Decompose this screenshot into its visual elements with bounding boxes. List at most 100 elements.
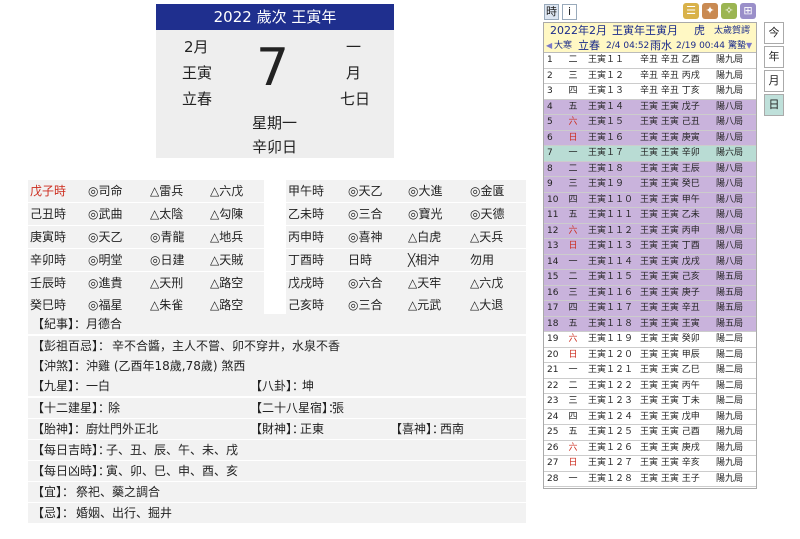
solar-term: 立春 [182,90,213,108]
ganzhi-cell: 王寅 王寅 癸卯 [640,334,700,344]
info-label: 【財神】： [250,422,305,436]
month-day-row[interactable]: 21 一王寅１２１ 王寅 王寅 乙巳 陽二局 [544,363,756,379]
info-label: 【十二建星】： [32,401,111,415]
info-row-yi: 【宜】： 祭祀、藥之調合 [28,482,526,502]
ju-cell: 陽九局 [716,427,744,437]
day-number-cell: 19 [547,334,559,344]
compass-icon[interactable]: ✧ [721,3,737,19]
ganzhi-cell: 王寅 王寅 庚戌 [640,442,700,453]
month-day-row[interactable]: 11 五王寅１１１ 王寅 王寅 乙未 陽八局 [544,208,756,224]
prev-term[interactable]: 大寒 [554,39,572,53]
month-ganzhi: 王寅 [182,64,213,82]
ganzhi-cell: 辛丑 辛丑 乙酉 [640,55,700,65]
weekday-cell: 三 [568,179,578,189]
ju-cell: 陽二局 [716,349,744,360]
hour-deity: ◎天德 [470,207,505,221]
info-row-taishen: 【胎神】： 廚灶門外正北 【財神】： 正東 【喜神】： 西南 [28,419,526,439]
hour-deity: ◎大進 [408,184,443,198]
info-value: 一白 [86,379,111,393]
info-row-pengzu: 【彭祖百忌】： 辛不合醬，主人不嘗、卯不穿井，水泉不香 [28,336,526,356]
hour-name: 戊戌時 [288,276,325,290]
month-day-row[interactable]: 9 三王寅１９ 王寅 王寅 癸巳 陽八局 [544,177,756,193]
hour-name: 壬辰時 [30,276,67,290]
ganzhi-cell: 王寅 王寅 王寅 [640,318,700,329]
info-row-jishi: 【紀事】： 月德合 [28,314,526,334]
month-day-row[interactable]: 15 二王寅１１５ 王寅 王寅 己亥 陽五局 [544,270,756,286]
ganzhi-cell: 王寅 王寅 己丑 [640,117,700,127]
day-number-cell: 28 [547,473,559,484]
month-day-row[interactable]: 24 四王寅１２４ 王寅 王寅 戊申 陽九局 [544,410,756,425]
ju-cell: 陽八局 [716,241,744,251]
lunar-date-cell: 王寅１２２ [588,380,634,391]
info-button[interactable]: i [562,4,577,20]
month-day-row[interactable]: 14 一王寅１１４ 王寅 王寅 戊戌 陽八局 [544,254,756,270]
month-title: 2022年2月 [550,24,607,37]
month-day-row[interactable]: 25 五王寅１２５ 王寅 王寅 己酉 陽九局 [544,425,756,441]
ju-cell: 陽八局 [716,179,744,189]
info-row-chongsha: 【沖煞】： 沖雞 (乙酉年18歲,78歲) 煞西 [28,356,526,376]
month-day-row[interactable]: 2 三王寅１２ 辛丑 辛丑 丙戌 陽九局 [544,69,756,84]
weekday-cell: 六 [568,225,578,236]
day-number-cell: 20 [547,349,559,360]
lunar-date-cell: 王寅１９ [588,179,625,189]
info-value: 月德合 [86,317,123,331]
weekday-cell: 五 [568,318,578,329]
info-label: 【彭祖百忌】： [32,339,111,353]
month-day-row[interactable]: 7 一王寅１７ 王寅 王寅 辛卯 陽六局 [544,146,756,162]
lunar-date-cell: 王寅１７ [588,148,625,158]
month-day-row[interactable]: 3 四王寅１３ 辛丑 辛丑 丁亥 陽九局 [544,84,756,100]
month-day-row[interactable]: 22 二王寅１２２ 王寅 王寅 丙午 陽二局 [544,379,756,394]
ju-cell: 陽八局 [716,256,744,267]
weekday-cell: 二 [568,380,578,391]
hour-deity: △天兵 [470,230,504,244]
month-day-row[interactable]: 17 四王寅１１７ 王寅 王寅 辛丑 陽五局 [544,301,756,317]
ganzhi-cell: 王寅 王寅 戊戌 [640,256,700,267]
month-day-row[interactable]: 13 日王寅１１３ 王寅 王寅 丁酉 陽八局 [544,239,756,255]
prev-term-icon[interactable]: ◀ [546,39,552,53]
hour-deity: ◎六合 [348,276,383,290]
weekday-cell: 四 [568,411,578,422]
month-day-row[interactable]: 5 六王寅１５ 王寅 王寅 己丑 陽八局 [544,115,756,131]
day-view-button[interactable]: 日 [764,94,784,116]
weekday-cell: 六 [568,442,578,453]
month-day-row[interactable]: 27 日王寅１２７ 王寅 王寅 辛亥 陽九局 [544,456,756,472]
hour-deity: ◎天乙 [88,230,123,244]
month-day-row[interactable]: 4 五王寅１４ 王寅 王寅 戊子 陽八局 [544,99,756,115]
ganzhi-cell: 王寅 王寅 庚子 [640,287,700,298]
month-day-row[interactable]: 23 三王寅１２３ 王寅 王寅 丁未 陽二局 [544,394,756,410]
hour-name: 辛卯時 [30,253,67,267]
day-number-cell: 17 [547,303,559,313]
time-button[interactable]: 時 [544,4,559,20]
ju-cell: 陽八局 [716,163,744,174]
month-day-row[interactable]: 26 六王寅１２６ 王寅 王寅 庚戌 陽九局 [544,441,756,456]
day-number-cell: 22 [547,380,559,391]
ju-cell: 陽五局 [716,318,744,329]
hour-row: 戊戌時 ◎六合 △天牢 △六戊 [286,272,526,294]
ju-cell: 陽八局 [716,225,744,236]
star-icon[interactable]: ✦ [702,3,718,19]
fortune-icon[interactable]: ☰ [683,3,699,19]
info-row-jianxing: 【十二建星】： 除 【二十八星宿】： 張 [28,398,526,418]
month-day-row[interactable]: 12 六王寅１１２ 王寅 王寅 丙申 陽八局 [544,223,756,239]
month-day-row[interactable]: 1 二王寅１１ 辛丑 辛丑 乙酉 陽九局 [544,53,756,69]
month-day-row[interactable]: 19 六王寅１１９ 王寅 王寅 癸卯 陽二局 [544,332,756,348]
month-day-row[interactable]: 8 二王寅１８ 王寅 王寅 王辰 陽八局 [544,161,756,177]
hour-deity: △大退 [470,298,504,312]
lunar-date-cell: 王寅１１６ [588,287,634,298]
month-day-row[interactable]: 18 五王寅１１８ 王寅 王寅 王寅 陽五局 [544,316,756,332]
month-day-row[interactable]: 16 三王寅１１６ 王寅 王寅 庚子 陽五局 [544,285,756,301]
next-term-icon[interactable]: ▼ [746,39,752,53]
info-value: 西南 [440,422,465,436]
year-title: 2022 歲次 王寅年 [156,4,394,30]
month-day-row[interactable]: 10 四王寅１１０ 王寅 王寅 甲午 陽八局 [544,192,756,208]
info-label: 【九星】： [32,379,87,393]
grid-icon[interactable]: ⊞ [740,3,756,19]
month-day-row[interactable]: 6 日王寅１６ 王寅 王寅 庚寅 陽八局 [544,130,756,146]
ganzhi-cell: 王寅 王寅 丁未 [640,396,700,406]
month-view-button[interactable]: 月 [764,70,784,92]
month-day-row[interactable]: 20 日王寅１２０ 王寅 王寅 甲辰 陽二局 [544,348,756,363]
today-button[interactable]: 今 [764,22,784,44]
year-view-button[interactable]: 年 [764,46,784,68]
month-day-row[interactable]: 28 一王寅１２８ 王寅 王寅 王子 陽九局 [544,472,756,487]
next-term[interactable]: 驚蟄 [728,39,746,53]
